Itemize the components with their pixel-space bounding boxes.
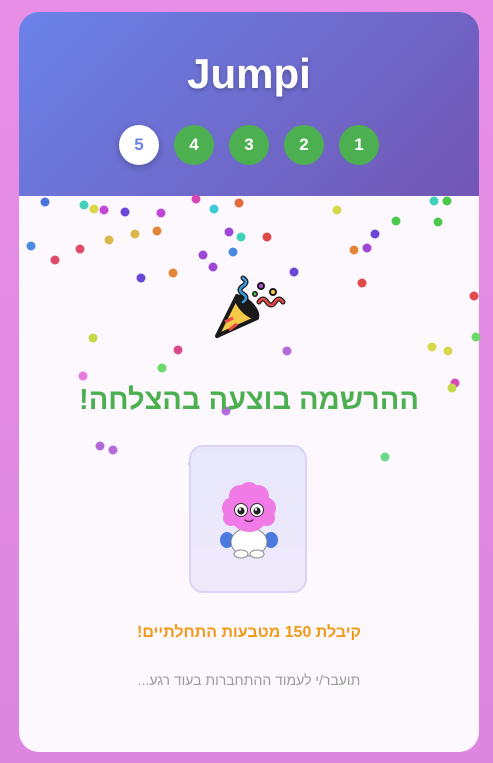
app-title: Jumpi [187, 50, 311, 97]
step-indicator: 5 4 3 2 1 [19, 125, 479, 165]
success-message: ההרשמה בוצעה בהצלחה! [79, 384, 419, 416]
header: Jumpi 5 4 3 2 1 [19, 12, 479, 196]
party-popper-icon [215, 275, 286, 338]
step-4: 4 [174, 125, 214, 165]
step-3: 3 [229, 125, 269, 165]
step-5: 5 [119, 125, 159, 165]
coins-reward-message: קיבלת 150 מטבעות התחלתיים! [137, 624, 361, 641]
step-1: 1 [339, 125, 379, 165]
step-2: 2 [284, 125, 324, 165]
redirect-message: תועבר/י לעמוד ההתחברות בעוד רגע... [137, 672, 361, 688]
avatar-card [189, 445, 307, 593]
monster-avatar-icon [220, 482, 278, 559]
